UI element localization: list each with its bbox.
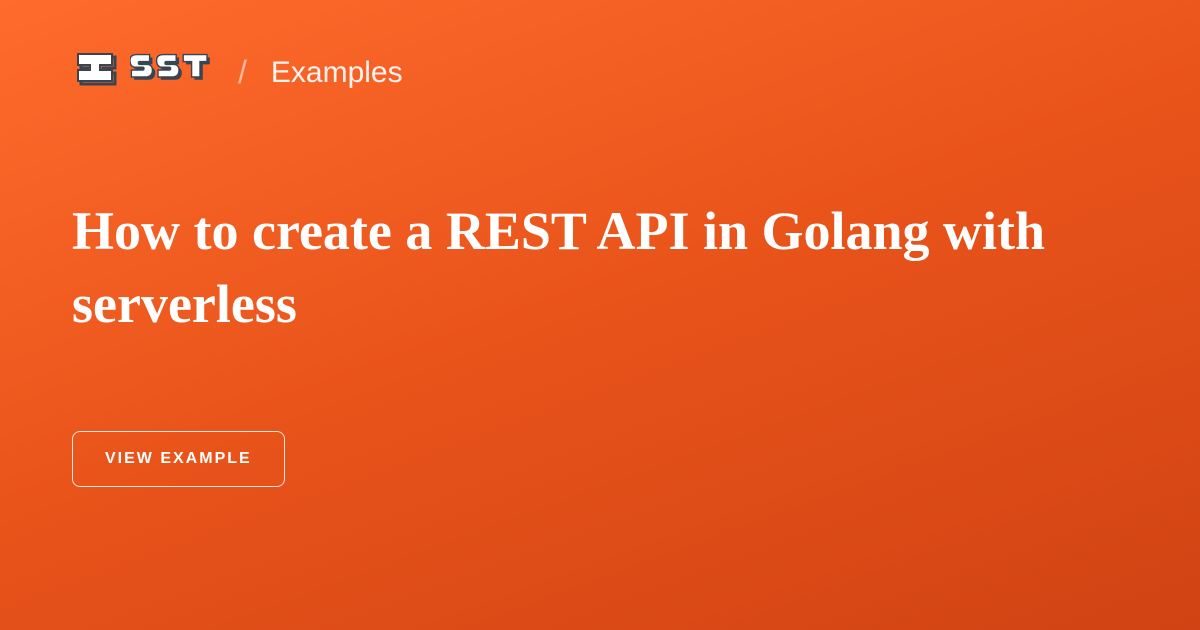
sst-logo-icon — [72, 50, 118, 95]
view-example-button[interactable]: VIEW EXAMPLE — [72, 431, 285, 487]
page-title: How to create a REST API in Golang with … — [72, 195, 1122, 341]
breadcrumb-label: Examples — [271, 56, 403, 90]
breadcrumb-separator: / — [238, 54, 247, 91]
sst-wordmark-icon — [130, 50, 214, 95]
header: / Examples — [72, 50, 1128, 95]
brand-logo — [72, 50, 214, 95]
